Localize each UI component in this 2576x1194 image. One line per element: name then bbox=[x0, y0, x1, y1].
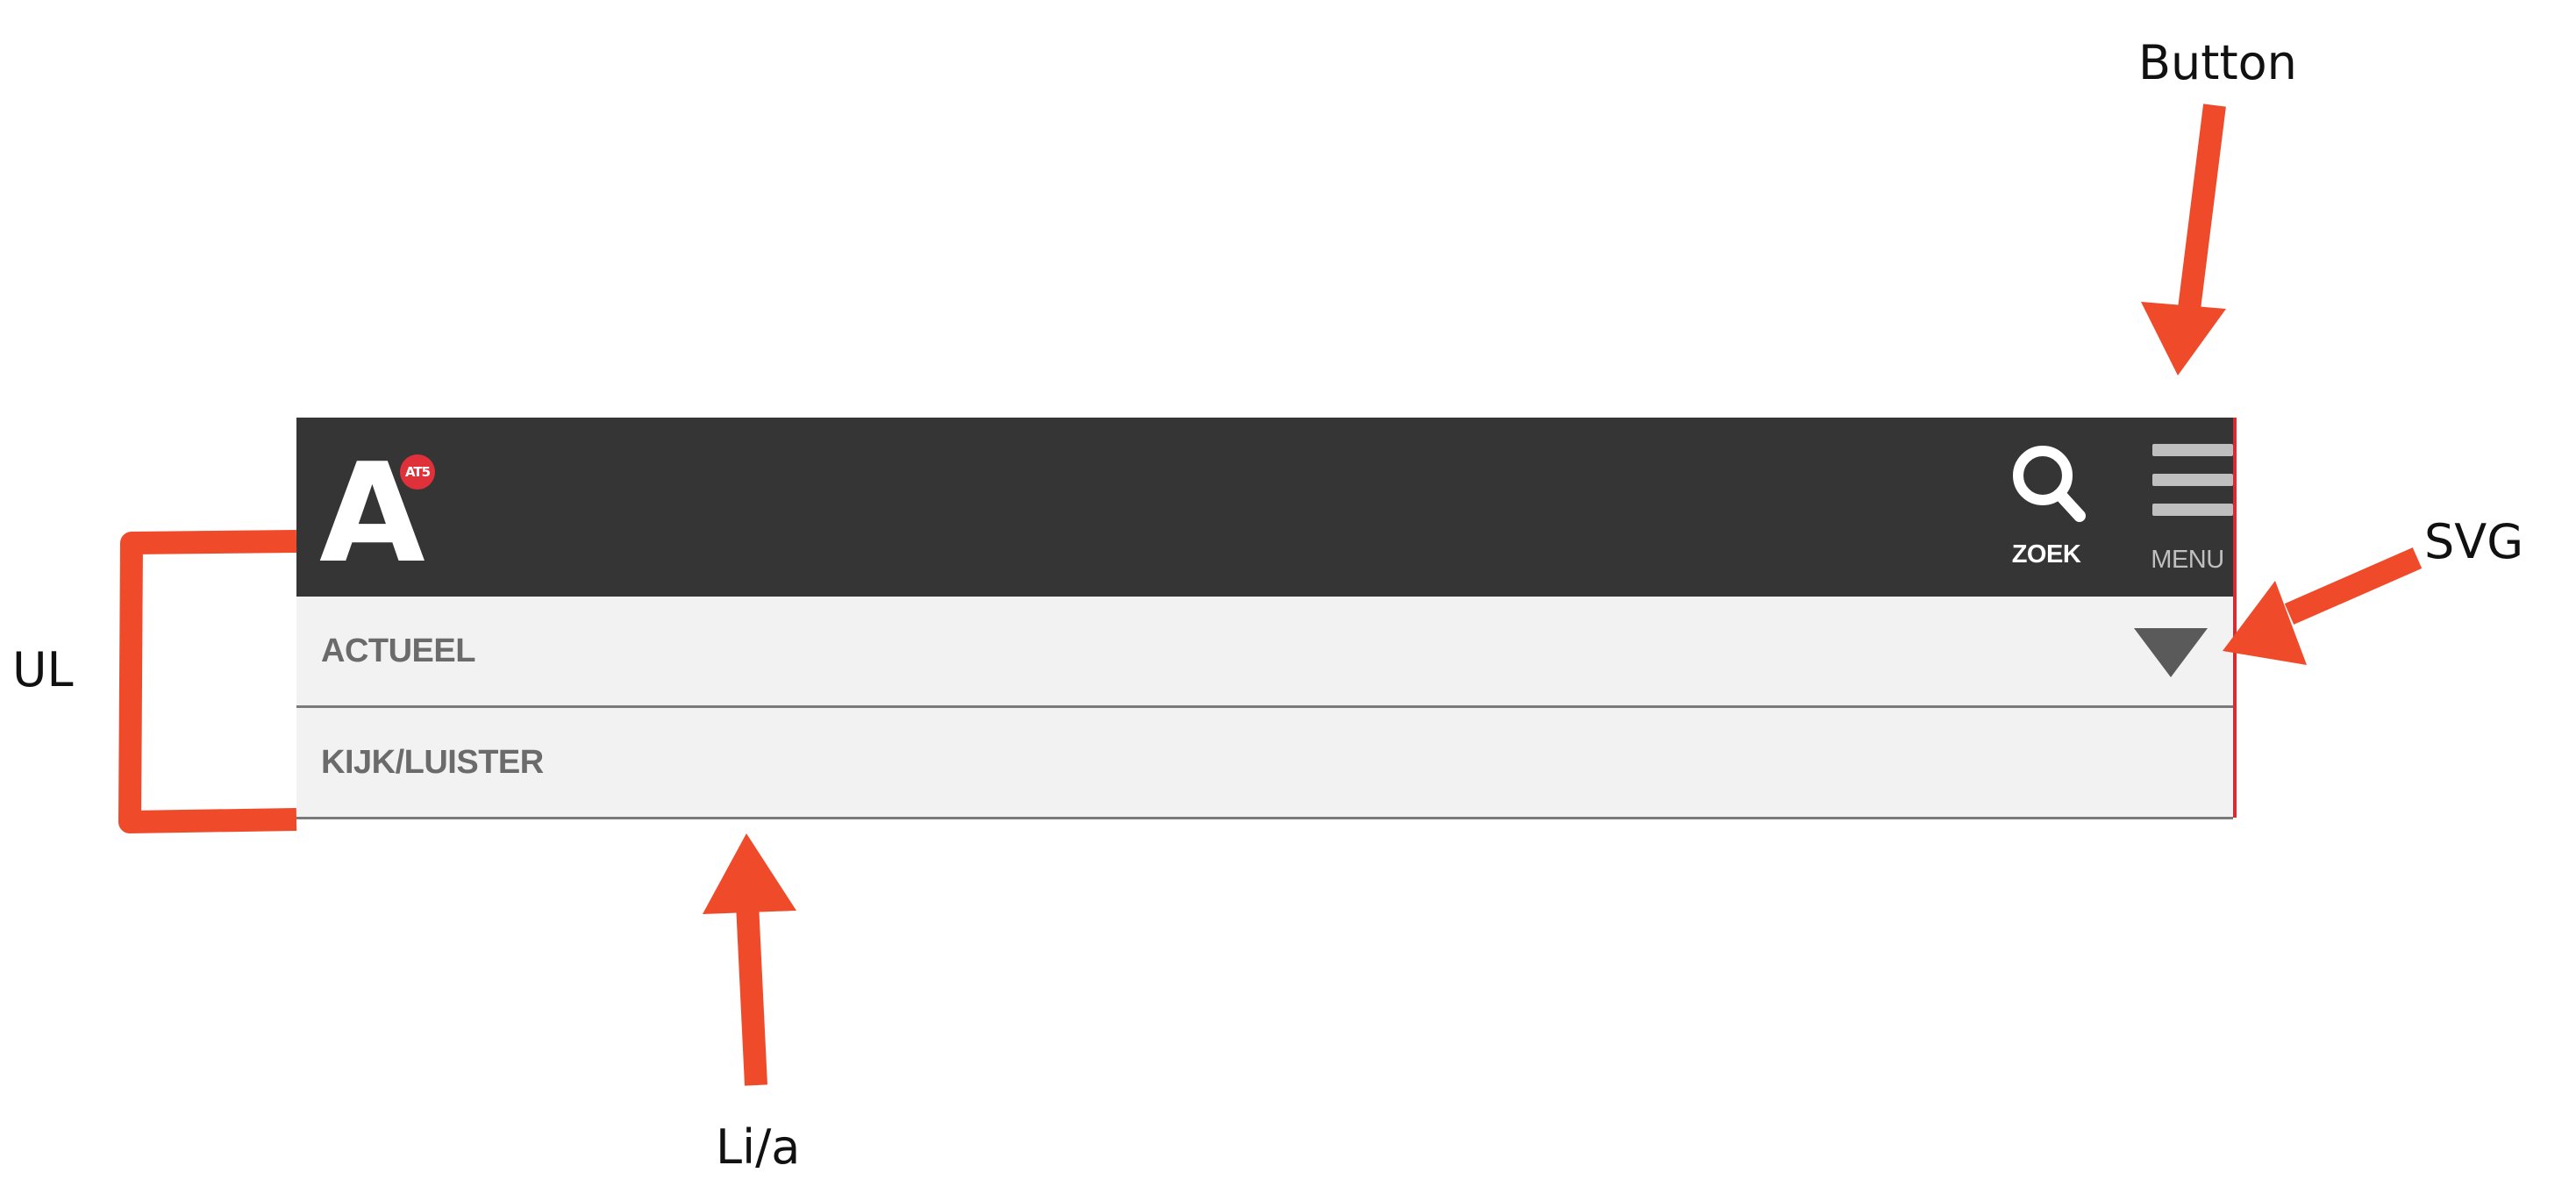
annotation-overlay bbox=[118, 104, 2423, 1086]
annotation-label-li-a: Li/a bbox=[716, 1119, 801, 1175]
annotation-label-button: Button bbox=[2138, 35, 2297, 90]
button-arrow bbox=[2141, 104, 2226, 375]
li-a-arrow bbox=[703, 833, 796, 1086]
ul-bracket bbox=[118, 530, 297, 833]
annotation-label-ul: UL bbox=[12, 642, 74, 697]
svg-arrow bbox=[2223, 547, 2423, 665]
annotation-label-svg: SVG bbox=[2424, 514, 2524, 569]
